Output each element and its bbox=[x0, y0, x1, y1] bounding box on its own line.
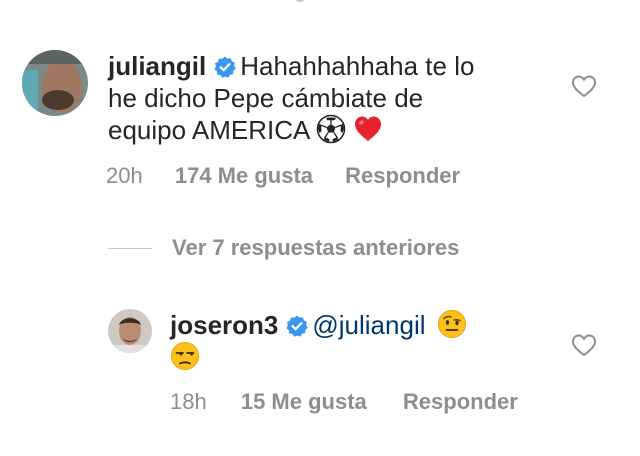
comment-meta-2: 18h 15 Me gusta Responder bbox=[170, 389, 518, 415]
mention-link[interactable]: @juliangil bbox=[312, 310, 425, 340]
like-heart-icon[interactable] bbox=[571, 333, 597, 357]
reply-button[interactable]: Responder bbox=[403, 389, 518, 415]
soccer-ball-emoji-icon bbox=[316, 114, 346, 144]
red-heart-emoji-icon bbox=[353, 114, 383, 144]
previous-content-edge bbox=[296, 0, 304, 2]
avatar-joseron3[interactable] bbox=[108, 309, 152, 353]
timestamp: 18h bbox=[170, 389, 207, 414]
unamused-face-emoji-icon bbox=[170, 341, 200, 371]
comment-body-2: joseron3 @juliangil bbox=[170, 309, 550, 373]
reply-button[interactable]: Responder bbox=[345, 163, 460, 189]
likes-count-button[interactable]: 174 Me gusta bbox=[175, 163, 313, 189]
timestamp: 20h bbox=[106, 163, 143, 188]
like-heart-icon[interactable] bbox=[571, 74, 597, 98]
username-joseron3[interactable]: joseron3 bbox=[170, 310, 278, 340]
view-replies-label: Ver 7 respuestas anteriores bbox=[172, 235, 460, 260]
raised-eyebrow-face-emoji-icon bbox=[437, 309, 467, 339]
view-previous-replies[interactable]: Ver 7 respuestas anteriores bbox=[108, 232, 459, 264]
likes-count-button[interactable]: 15 Me gusta bbox=[241, 389, 367, 415]
verified-badge-icon bbox=[286, 315, 309, 337]
comment-text-line-2: he dicho Pepe cámbiate de bbox=[108, 83, 424, 113]
avatar-juliangil[interactable] bbox=[22, 50, 88, 116]
thread-divider bbox=[108, 247, 152, 249]
comment-text-line-3: equipo AMERICA bbox=[108, 115, 309, 145]
verified-badge-icon bbox=[214, 56, 237, 78]
username-juliangil[interactable]: juliangil bbox=[108, 51, 206, 81]
comment-meta-1: 20h 174 Me gusta Responder bbox=[106, 163, 460, 189]
comment-text-line-1: Hahahhahhaha te lo bbox=[240, 51, 475, 81]
comment-body-1: juliangil Hahahhahhaha te lo he dicho Pep… bbox=[108, 50, 548, 146]
